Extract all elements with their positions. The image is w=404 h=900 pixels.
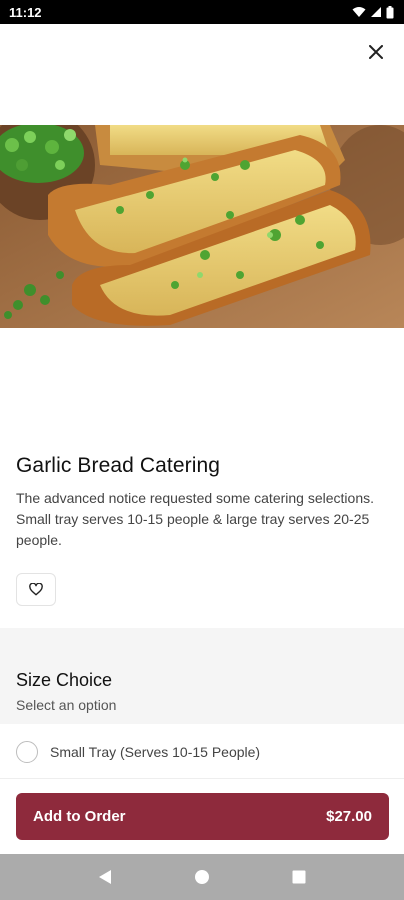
favorite-button[interactable]: [16, 573, 56, 606]
home-icon: [194, 870, 209, 884]
order-price: $27.00: [326, 808, 372, 825]
close-icon: [369, 45, 383, 59]
option-label: Small Tray (Serves 10-15 People): [50, 744, 261, 760]
item-photo: [0, 125, 404, 328]
status-time: 11:12: [9, 4, 42, 20]
close-button[interactable]: [362, 38, 390, 66]
signal-icon: [371, 7, 381, 17]
heart-icon: [29, 583, 43, 596]
item-details: Garlic Bread Catering The advanced notic…: [16, 452, 388, 551]
add-to-order-label: Add to Order: [33, 808, 126, 825]
item-title: Garlic Bread Catering: [16, 454, 221, 477]
system-nav-bar: [0, 854, 404, 900]
section-title: Size Choice: [16, 670, 113, 690]
size-choice-section: Size Choice Select an option: [0, 628, 404, 724]
recents-button[interactable]: [287, 865, 311, 889]
back-button[interactable]: [93, 865, 117, 889]
option-small-tray[interactable]: Small Tray (Serves 10-15 People): [0, 726, 404, 778]
recents-icon: [292, 870, 306, 884]
home-button[interactable]: [190, 865, 214, 889]
section-subtitle: Select an option: [16, 697, 117, 713]
back-icon: [98, 870, 111, 884]
item-description: The advanced notice requested some cater…: [16, 490, 374, 548]
add-to-order-button[interactable]: Add to Order $27.00: [16, 793, 389, 840]
status-bar: 11:12: [0, 0, 404, 24]
wifi-icon: [352, 7, 366, 17]
status-icons: [352, 5, 394, 19]
order-bar: Add to Order $27.00: [0, 778, 404, 854]
battery-icon: [386, 5, 394, 18]
radio-button[interactable]: [16, 741, 38, 763]
